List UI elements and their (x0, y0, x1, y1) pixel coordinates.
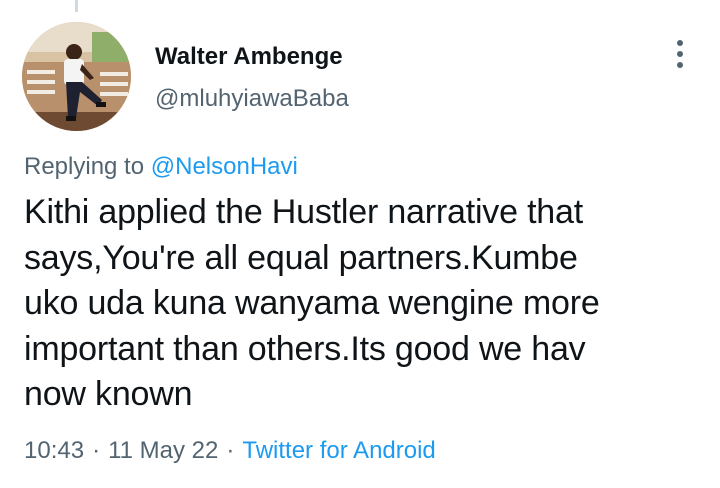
meta-separator: · (92, 437, 101, 464)
author-handle[interactable]: @mluhyiawaBaba (155, 84, 349, 114)
profile-photo-icon (22, 22, 131, 131)
tweet-date[interactable]: 11 May 22 (108, 437, 218, 464)
tweet-text-line: Kithi applied the Hustler narrative that (24, 193, 583, 231)
tweet-text-line: says,You're all equal partners.Kumbe (24, 238, 578, 277)
tweet-card: Walter Ambenge @mluhyiawaBaba Replying t… (0, 0, 720, 488)
tweet-metadata: 10:43 · 11 May 22 · Twitter for Android (24, 436, 436, 466)
meta-separator: · (226, 437, 235, 464)
tweet-text-line: uko uda kuna wanyama wengine more (24, 284, 600, 322)
thread-connector-line (75, 0, 78, 12)
reply-context: Replying to @NelsonHavi (24, 152, 298, 182)
author-block: Walter Ambenge @mluhyiawaBaba (155, 42, 349, 114)
replying-to-label: Replying to (24, 153, 145, 180)
author-display-name[interactable]: Walter Ambenge (155, 42, 349, 72)
tweet-source-link[interactable]: Twitter for Android (242, 437, 435, 464)
tweet-text: Kithi applied the Hustler narrative that… (24, 190, 684, 418)
more-vertical-icon (677, 40, 683, 68)
tweet-text-line: important than others.Its good we hav (24, 329, 586, 368)
tweet-time[interactable]: 10:43 (24, 437, 84, 464)
avatar[interactable] (22, 22, 131, 131)
tweet-text-line: now known (24, 375, 193, 413)
more-options-button[interactable] (664, 36, 696, 72)
reply-mention-link[interactable]: @NelsonHavi (151, 153, 298, 180)
